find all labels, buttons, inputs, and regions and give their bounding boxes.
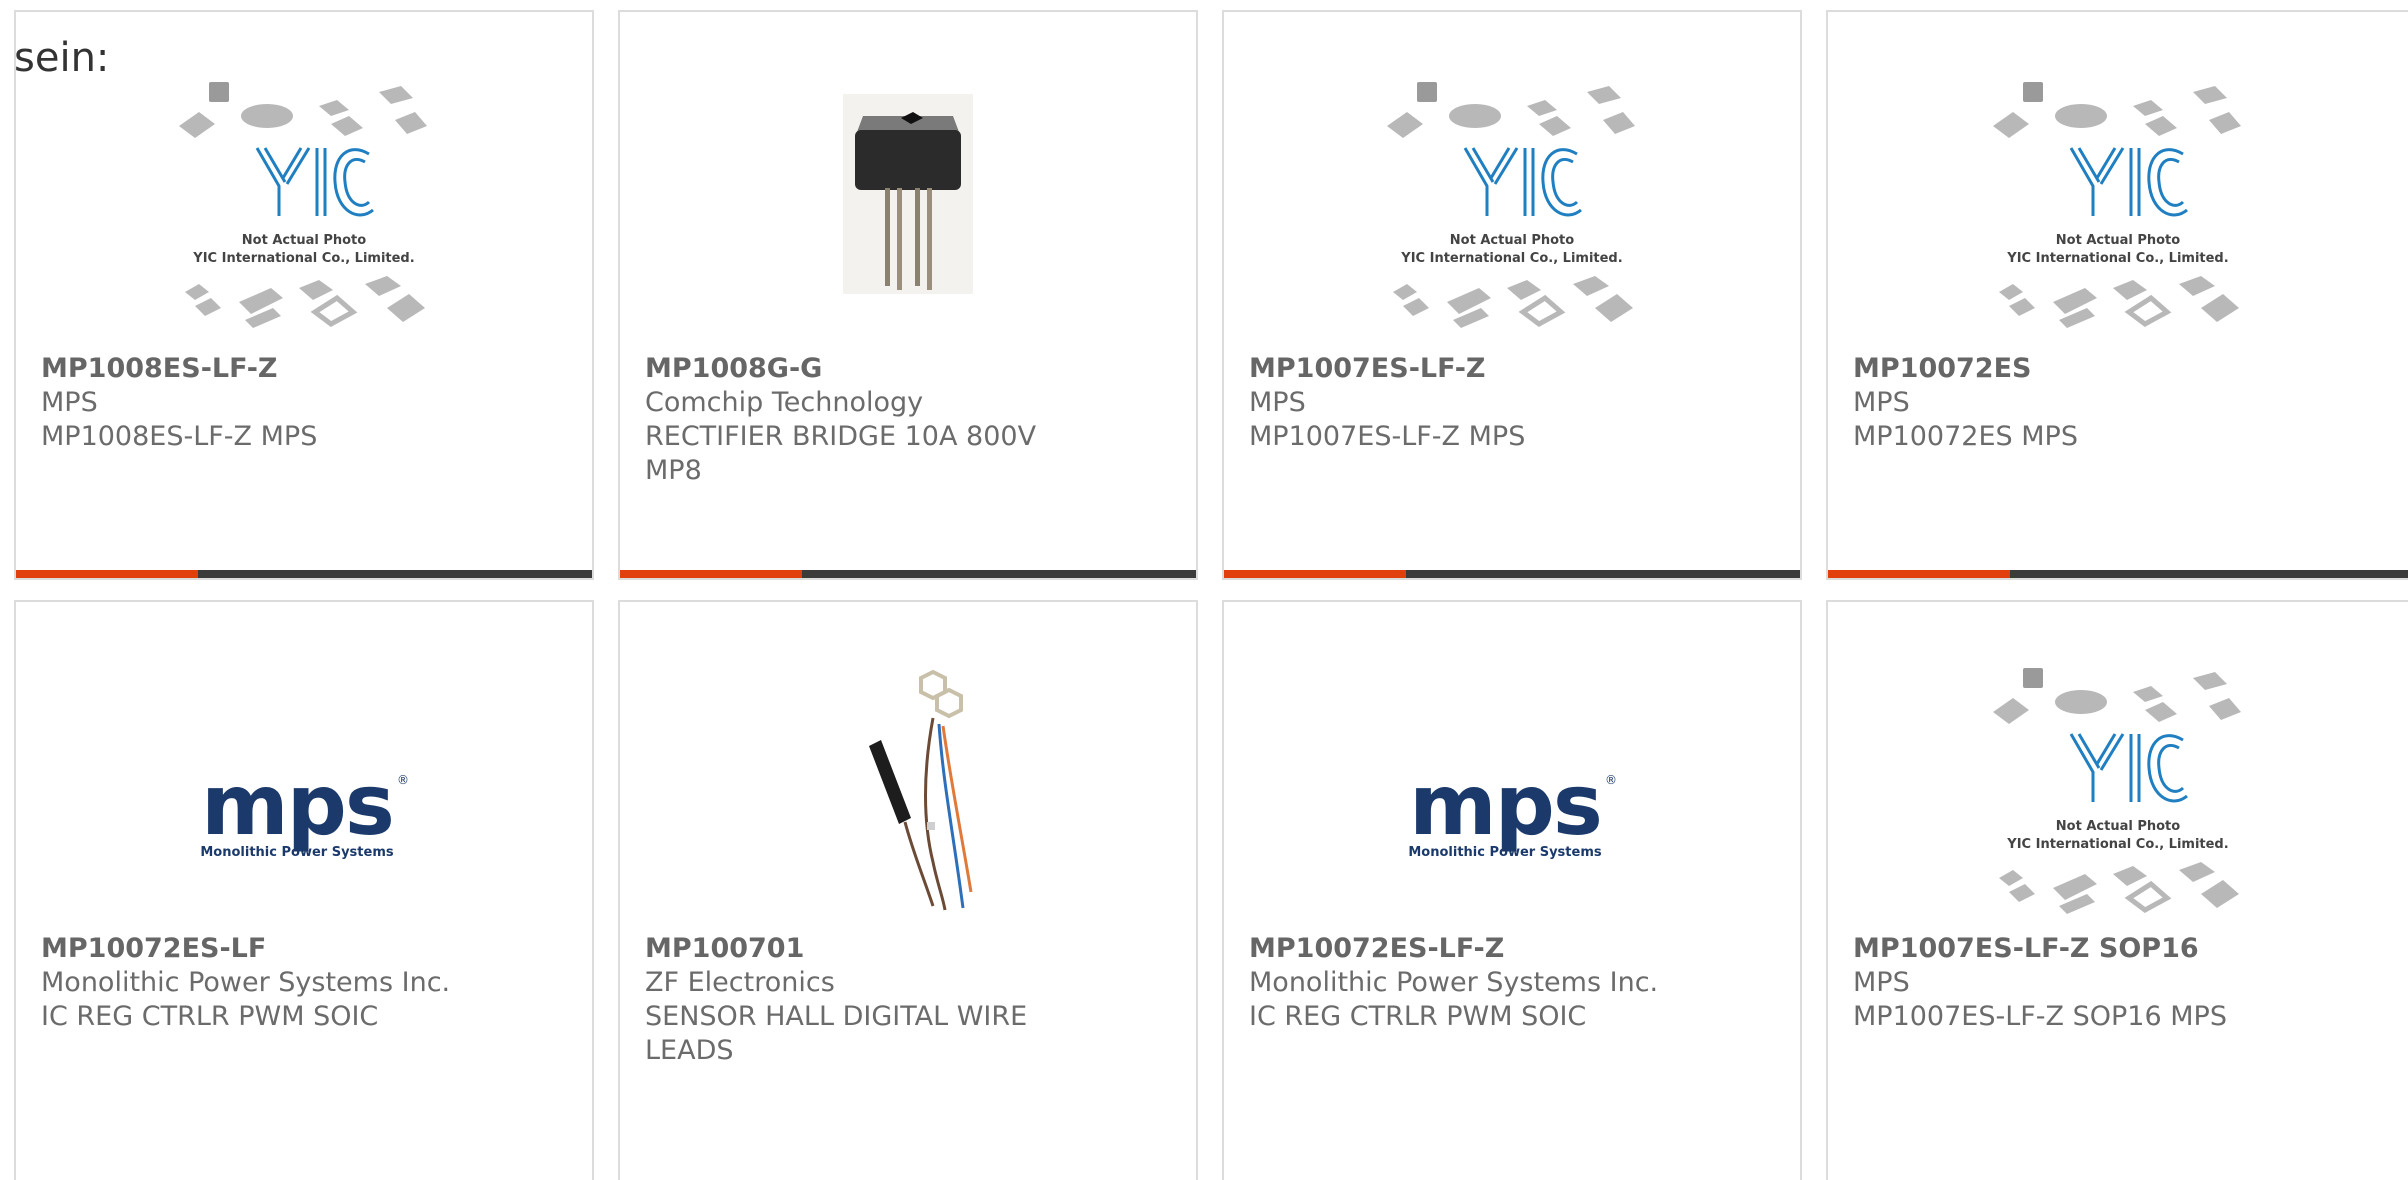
card-bottom-bar [1224, 570, 1800, 578]
yic-placeholder-image: Not Actual Photo YIC International Co., … [1993, 82, 2241, 328]
product-description: MP1008ES-LF-Z MPS [41, 421, 318, 452]
mps-logo-image: mps ® Monolithic Power Systems [1408, 756, 1617, 860]
product-info: MP1008G-G Comchip Technology RECTIFIER B… [645, 352, 1176, 488]
placeholder-line1: Not Actual Photo [1450, 233, 1574, 248]
hall-sensor-photo [869, 669, 973, 911]
product-manufacturer: Monolithic Power Systems Inc. [1249, 967, 1659, 998]
product-part-number[interactable]: MP1008ES-LF-Z [41, 352, 572, 386]
product-description: IC REG CTRLR PWM SOIC [41, 1001, 379, 1032]
page-intro-text: sein: [14, 35, 110, 81]
registered-mark: ® [1605, 773, 1617, 787]
product-description: MP1007ES-LF-Z MPS [1249, 421, 1526, 452]
mps-wordmark: mps [201, 756, 393, 854]
product-card[interactable]: MP100701 ZF Electronics SENSOR HALL DIGI… [618, 600, 1198, 1180]
registered-mark: ® [397, 773, 409, 787]
product-manufacturer: MPS [1249, 387, 1306, 418]
product-part-number[interactable]: MP10072ES-LF [41, 932, 572, 966]
mps-tagline: Monolithic Power Systems [1408, 845, 1601, 860]
product-part-number[interactable]: MP10072ES-LF-Z [1249, 932, 1780, 966]
product-manufacturer: Monolithic Power Systems Inc. [41, 967, 451, 998]
placeholder-line1: Not Actual Photo [2056, 233, 2180, 248]
product-info: MP10072ES-LF Monolithic Power Systems In… [41, 932, 572, 1034]
placeholder-line2: YIC International Co., Limited. [1400, 251, 1622, 266]
product-card[interactable]: Not Actual Photo YIC International Co., … [1222, 10, 1802, 580]
product-part-number[interactable]: MP1007ES-LF-Z SOP16 [1853, 932, 2388, 966]
product-part-number[interactable]: MP1007ES-LF-Z [1249, 352, 1780, 386]
card-bottom-bar [16, 570, 592, 578]
product-manufacturer: MPS [41, 387, 98, 418]
bridge-rectifier-photo [843, 94, 973, 294]
card-bottom-bar [1828, 570, 2408, 578]
card-bottom-bar [620, 570, 1196, 578]
product-card[interactable]: Not Actual Photo YIC International Co., … [1826, 10, 2408, 580]
product-card[interactable]: mps ® Monolithic Power Systems MP10072ES… [14, 600, 594, 1180]
product-grid: Not Actual Photo YIC International Co., … [0, 0, 2408, 1180]
product-card[interactable]: MP1008G-G Comchip Technology RECTIFIER B… [618, 10, 1198, 580]
yic-placeholder-image: Not Actual Photo YIC International Co., … [1993, 668, 2241, 914]
mps-logo-image: mps ® Monolithic Power Systems [200, 756, 409, 860]
yic-placeholder-image: Not Actual Photo YIC International Co., … [1387, 82, 1635, 328]
product-info: MP10072ES-LF-Z Monolithic Power Systems … [1249, 932, 1780, 1034]
product-part-number[interactable]: MP100701 [645, 932, 1176, 966]
product-part-number[interactable]: MP1008G-G [645, 352, 1176, 386]
product-info: MP10072ES MPS MP10072ES MPS [1853, 352, 2388, 454]
product-card[interactable]: Not Actual Photo YIC International Co., … [1826, 600, 2408, 1180]
mps-wordmark: mps [1409, 756, 1601, 854]
placeholder-line1: Not Actual Photo [2056, 819, 2180, 834]
product-description: RECTIFIER BRIDGE 10A 800V MP8 [645, 421, 1037, 486]
product-manufacturer: Comchip Technology [645, 387, 924, 418]
placeholder-line2: YIC International Co., Limited. [2006, 837, 2228, 852]
product-info: MP100701 ZF Electronics SENSOR HALL DIGI… [645, 932, 1176, 1068]
placeholder-line2: YIC International Co., Limited. [2006, 251, 2228, 266]
product-description: MP10072ES MPS [1853, 421, 2078, 452]
product-manufacturer: MPS [1853, 387, 1910, 418]
product-part-number[interactable]: MP10072ES [1853, 352, 2388, 386]
placeholder-line2: YIC International Co., Limited. [192, 251, 414, 266]
product-description: MP1007ES-LF-Z SOP16 MPS [1853, 1001, 2227, 1032]
product-description: IC REG CTRLR PWM SOIC [1249, 1001, 1587, 1032]
product-info: MP1008ES-LF-Z MPS MP1008ES-LF-Z MPS [41, 352, 572, 454]
mps-tagline: Monolithic Power Systems [200, 845, 393, 860]
product-card[interactable]: mps ® Monolithic Power Systems MP10072ES… [1222, 600, 1802, 1180]
placeholder-line1: Not Actual Photo [242, 233, 366, 248]
product-manufacturer: ZF Electronics [645, 967, 835, 998]
yic-placeholder-image: Not Actual Photo YIC International Co., … [179, 82, 427, 328]
product-info: MP1007ES-LF-Z MPS MP1007ES-LF-Z MPS [1249, 352, 1780, 454]
product-card[interactable]: Not Actual Photo YIC International Co., … [14, 10, 594, 580]
product-info: MP1007ES-LF-Z SOP16 MPS MP1007ES-LF-Z SO… [1853, 932, 2388, 1034]
product-manufacturer: MPS [1853, 967, 1910, 998]
product-description: SENSOR HALL DIGITAL WIRE LEADS [645, 1001, 1028, 1066]
